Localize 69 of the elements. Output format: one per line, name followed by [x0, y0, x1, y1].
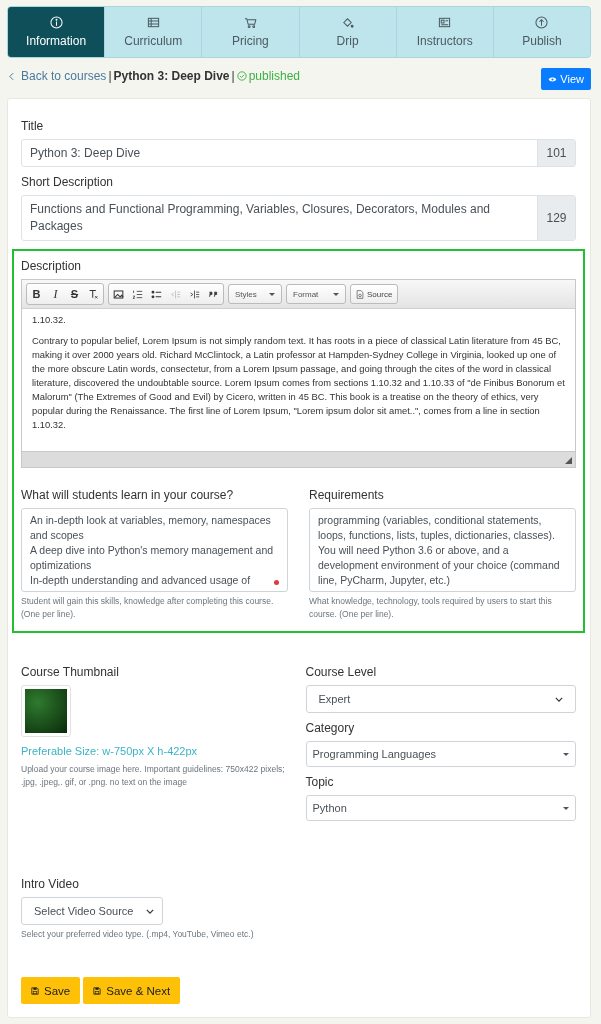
field-label: Title — [21, 119, 45, 133]
chevron-left-icon — [9, 71, 14, 81]
field-label: Course Level — [305, 665, 378, 679]
learn-textarea[interactable]: An in-depth look at variables, memory, namespaces and scopes A deep dive into Python's memory management and optimizations In-depth understanding and advanced usage of — [21, 508, 288, 592]
editor-dropdown[interactable]: Format — [286, 284, 346, 304]
field-label: Requirements — [309, 488, 385, 502]
eye-icon — [548, 75, 558, 83]
back-link[interactable]: Back to courses — [21, 69, 107, 83]
chevron-down-icon — [555, 696, 563, 702]
field-label: Intro Video — [21, 877, 80, 891]
document-icon — [356, 289, 364, 299]
topic-select[interactable]: Python — [305, 795, 576, 821]
tab[interactable]: Drip — [298, 7, 396, 57]
course-level-select[interactable]: Expert — [305, 685, 576, 713]
cart-icon — [243, 16, 257, 29]
italic-button[interactable]: I — [46, 284, 65, 304]
remove-format-icon — [88, 288, 99, 300]
field-label: Short Description — [21, 175, 115, 189]
tab[interactable]: Curriculum — [104, 7, 202, 57]
field-label: Topic — [305, 775, 335, 789]
help-text: Upload your course image here. Important guidelines: 750x422 pixels; .jpg, .jpeg,. gif, or .png. no text on the image — [21, 763, 286, 789]
photo-placeholder — [25, 689, 67, 733]
field-label: Course Thumbnail — [21, 665, 120, 679]
check-circle-icon — [236, 71, 247, 81]
image-icon — [113, 288, 124, 300]
field-label: What will students learn in your course? — [21, 488, 235, 502]
dropdown-triangle-icon — [269, 292, 275, 296]
tab[interactable]: Publish — [492, 7, 590, 57]
tab[interactable]: Instructors — [395, 7, 493, 57]
requirements-textarea[interactable]: programming (variables, conditional statements, loops, functions, lists, tuples, dictionaries, classes). You will need Python 3.6 or above, and a development environment of your choice (command line, PyCharm, Jupyter, etc.) — [309, 508, 576, 592]
help-text: What knowledge, technology, tools required by users to start this course. (One per line). — [309, 595, 553, 621]
spellcheck-dot-icon — [274, 580, 279, 585]
dropdown-triangle-icon — [563, 752, 569, 756]
up-arrow-circle-icon — [535, 16, 549, 29]
resize-handle-icon[interactable] — [565, 457, 572, 464]
tab[interactable]: Pricing — [201, 7, 299, 57]
id-card-icon — [438, 16, 452, 29]
save-next-button[interactable]: Save & Next — [83, 977, 181, 1004]
field-label: Category — [305, 721, 356, 735]
bulleted-list-icon — [151, 288, 162, 300]
paint-bucket-icon — [341, 16, 355, 29]
table-icon — [146, 16, 160, 29]
info-icon — [49, 16, 63, 29]
quote-marks-icon — [208, 288, 219, 300]
editor-dropdown[interactable]: Styles — [228, 284, 282, 304]
indent-icon — [189, 288, 200, 300]
thumbnail-image[interactable] — [21, 685, 71, 737]
separator: | — [108, 69, 112, 83]
view-button[interactable]: View — [541, 68, 591, 90]
outdent-icon — [170, 288, 181, 300]
editor-paragraph: Contrary to popular belief, Lorem Ipsum is not simply random text. It has roots in a piece of classical Latin literature from 45 BC, making it over 2000 years old. Richard McClintock, a Latin professor at Hampden-Sydney College in Virginia, looked up one of the more obscure Latin words, consectetur, from a Lorem Ipsum passage, and going through the cites of the word in classical literature, discovered the undoubtable source. Lorem Ipsum comes from sections 1.10.32 and 1.10.33 of "de Finibus Bonorum et Malorum" (The Extremes of Good and Evil) by Cicero, written in 45 BC. This book is a treatise on the theory of ethics, very popular during the Renaissance. The first line of Lorem Ipsum, "Lorem ipsum dolor sit amet..", comes from a line in section 1.10.32. — [32, 334, 565, 432]
strikethrough-button[interactable]: S — [65, 284, 84, 304]
dropdown-triangle-icon — [563, 806, 569, 810]
editor-paragraph: 1.10.32. — [32, 313, 67, 327]
help-text: Student will gain this skills, knowledge after completing this course. (One per line). — [21, 595, 275, 621]
tab[interactable]: Information — [8, 7, 105, 57]
category-select[interactable]: Programming Languages — [305, 741, 576, 767]
video-source-select[interactable]: Select Video Source — [21, 897, 163, 925]
separator: | — [231, 69, 235, 83]
bold-button[interactable]: B — [27, 284, 46, 304]
course-title: Python 3: Deep Dive — [113, 69, 230, 83]
numbered-list-icon — [132, 288, 143, 300]
save-button[interactable]: Save — [21, 977, 81, 1004]
chevron-down-icon — [146, 908, 154, 914]
status-text: published — [248, 69, 301, 83]
help-text: Select your preferred video type. (.mp4, YouTube, Vimeo etc.) — [21, 928, 255, 941]
source-button[interactable]: Source — [350, 284, 399, 304]
dropdown-triangle-icon — [333, 292, 339, 296]
field-label: Description — [21, 259, 83, 273]
